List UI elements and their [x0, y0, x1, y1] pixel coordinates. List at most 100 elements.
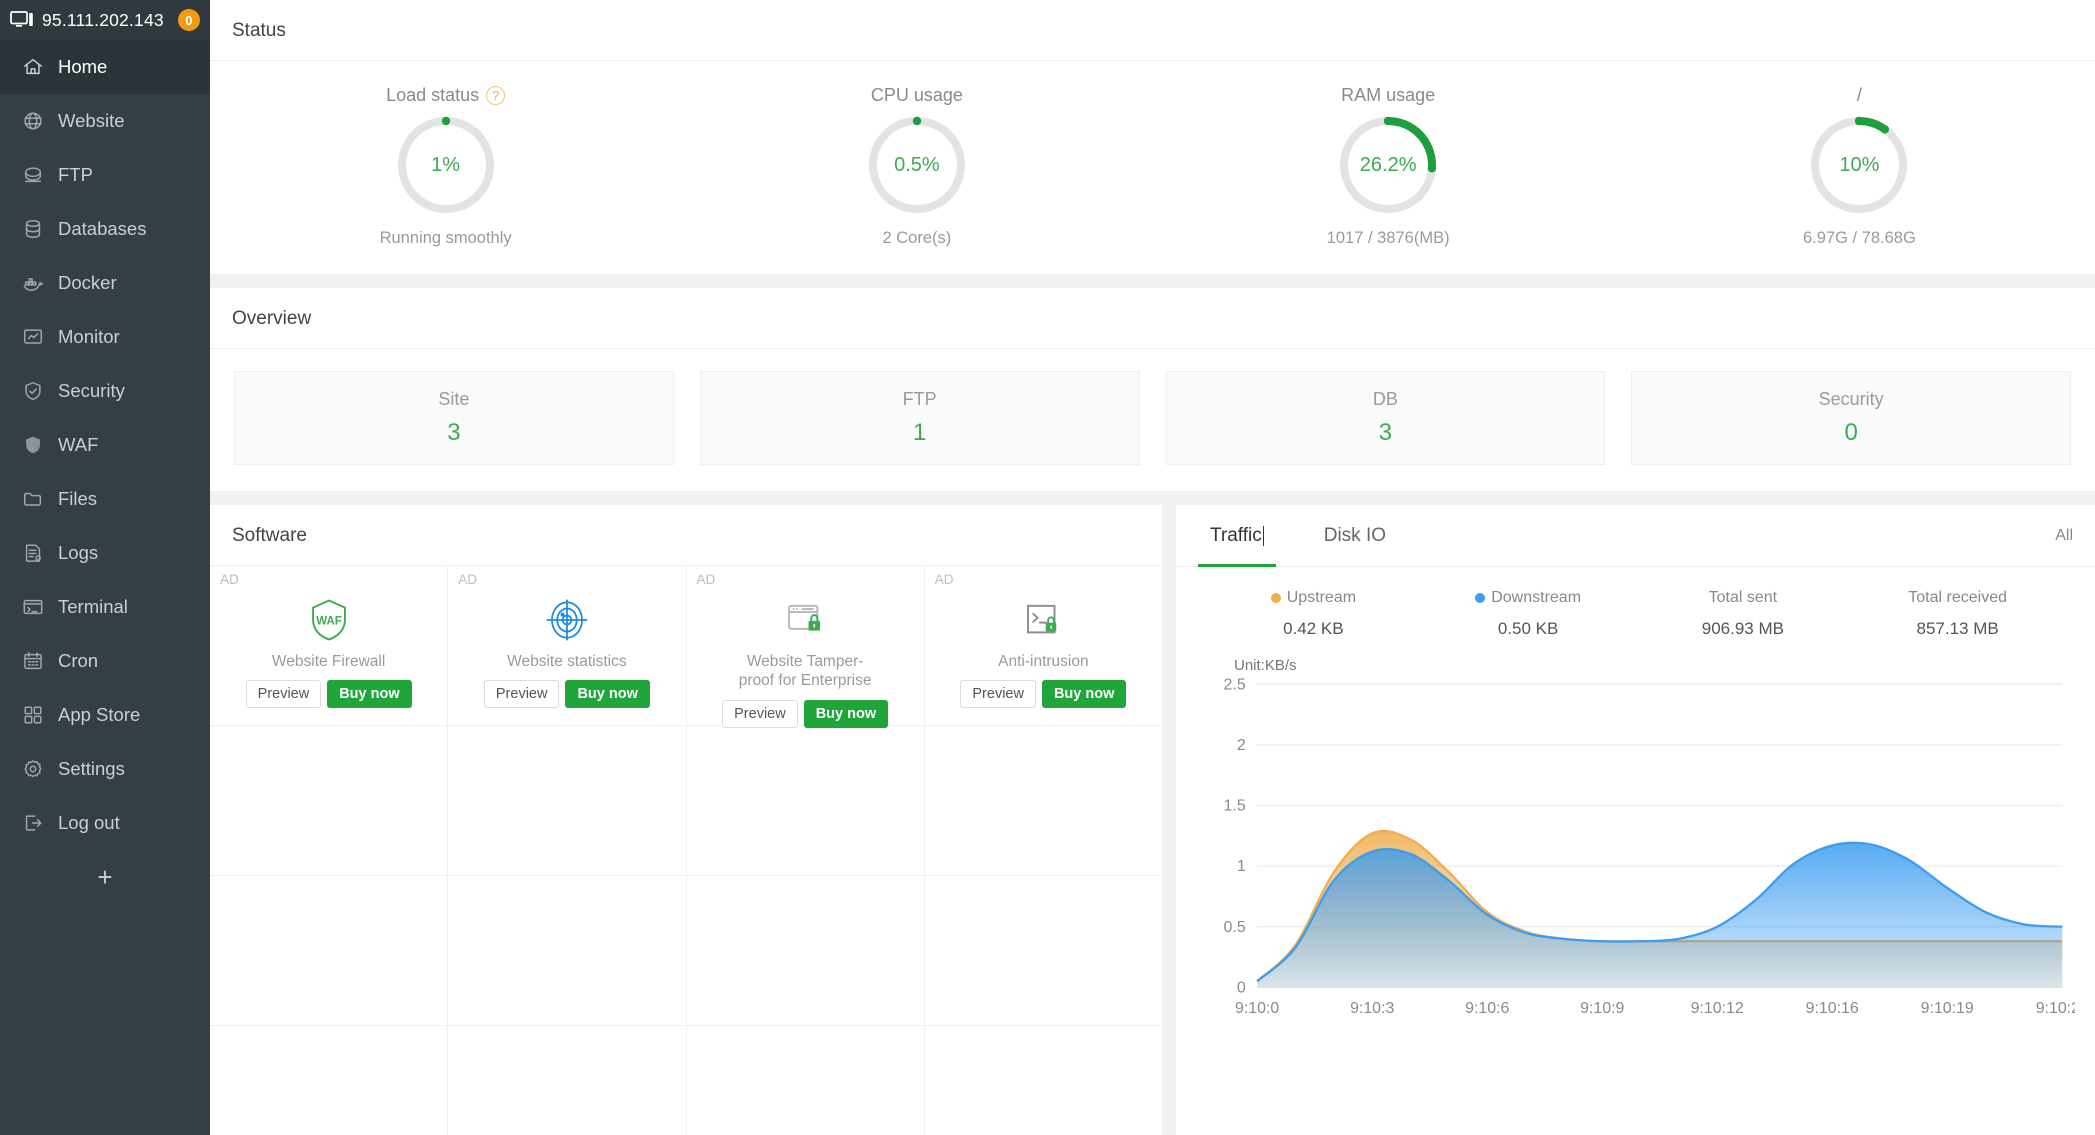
- software-ad-card: AD WAF Website Firewall Preview Buy now: [210, 566, 448, 726]
- sidebar-item-databases[interactable]: Databases: [0, 202, 210, 256]
- shield-icon: [22, 434, 44, 456]
- sidebar-item-cron[interactable]: Cron: [0, 634, 210, 688]
- software-column: AD WAF Website Firewall Preview Buy now: [210, 566, 449, 1135]
- traffic-stat-label-text: Total sent: [1708, 589, 1778, 606]
- shield-check-icon: [22, 380, 44, 402]
- sidebar-item-log-out[interactable]: Log out: [0, 796, 210, 850]
- sidebar-item-label: Security: [58, 380, 125, 401]
- overview-box-security[interactable]: Security 0: [1631, 371, 2071, 465]
- gauge-load-status: Load status? 1% Running smoothly: [210, 83, 681, 248]
- buy-now-button[interactable]: Buy now: [803, 699, 889, 728]
- status-gauges: Load status? 1% Running smoothly CPU usage…: [210, 61, 2095, 274]
- server-ip-label: 95.111.202.143: [42, 9, 164, 30]
- traffic-stat: Downstream 0.50 KB: [1421, 589, 1636, 639]
- folder-icon: [22, 488, 44, 510]
- gauge-value: 26.2%: [1359, 153, 1417, 176]
- sidebar-item-monitor[interactable]: Monitor: [0, 310, 210, 364]
- gauge-ring: 1%: [394, 113, 498, 217]
- software-actions: Preview Buy now: [245, 680, 412, 709]
- sidebar-item-ftp[interactable]: FTP: [0, 148, 210, 202]
- sidebar-item-label: Home: [58, 56, 108, 77]
- overview-box-site[interactable]: Site 3: [234, 371, 674, 465]
- buy-now-button[interactable]: Buy now: [565, 680, 650, 709]
- preview-button[interactable]: Preview: [245, 680, 322, 709]
- svg-text:9:10:12: 9:10:12: [1691, 1000, 1744, 1017]
- traffic-stat-label: Upstream: [1270, 589, 1356, 607]
- gauge-subtext: 1017 / 3876(MB): [1326, 229, 1450, 247]
- svg-text:WAF: WAF: [316, 615, 342, 627]
- tab-traffic[interactable]: Traffic: [1198, 505, 1276, 567]
- svg-text:2: 2: [1237, 737, 1246, 754]
- software-empty-cell: [924, 726, 1162, 876]
- preview-button[interactable]: Preview: [960, 680, 1036, 709]
- notification-badge[interactable]: 0: [177, 9, 200, 31]
- svg-text:9:10:0: 9:10:0: [1235, 1000, 1279, 1017]
- software-actions: Preview Buy now: [960, 680, 1127, 709]
- sidebar-item-security[interactable]: Security: [0, 364, 210, 418]
- overview-box-db[interactable]: DB 3: [1165, 371, 1606, 465]
- sidebar-item-waf[interactable]: WAF: [0, 418, 210, 472]
- software-empty-cell: [924, 876, 1162, 1026]
- software-title: Software: [210, 505, 1162, 566]
- traffic-range-button[interactable]: All: [2055, 527, 2073, 545]
- sidebar-add-button[interactable]: +: [0, 850, 210, 904]
- software-actions: Preview Buy now: [483, 680, 650, 709]
- software-empty-cell: [686, 876, 924, 1026]
- ad-tag: AD: [220, 572, 239, 587]
- traffic-stat-label: Downstream: [1475, 589, 1581, 607]
- software-grid: AD WAF Website Firewall Preview Buy now …: [210, 566, 1162, 1135]
- gauge-value: 10%: [1839, 153, 1880, 176]
- svg-text:1: 1: [1237, 858, 1246, 875]
- overview-box-count: 0: [1844, 419, 1858, 446]
- sidebar-item-docker[interactable]: Docker: [0, 256, 210, 310]
- buy-now-button[interactable]: Buy now: [327, 680, 412, 709]
- sidebar-item-app-store[interactable]: App Store: [0, 688, 210, 742]
- sidebar-item-label: Log out: [58, 812, 120, 833]
- traffic-tabs: Traffic Disk IO All: [1176, 505, 2095, 567]
- gauge-label-text: RAM usage: [1341, 84, 1436, 105]
- gauge-subtext: Running smoothly: [379, 229, 512, 247]
- sidebar-item-home[interactable]: Home: [0, 40, 210, 94]
- sidebar-item-label: Website: [58, 110, 125, 131]
- gauge-label: Load status?: [386, 83, 506, 107]
- traffic-stat: Upstream 0.42 KB: [1206, 589, 1421, 639]
- sidebar-item-label: Cron: [58, 650, 99, 671]
- gauge-cpu-usage: CPU usage 0.5% 2 Core(s): [681, 83, 1152, 248]
- preview-button[interactable]: Preview: [483, 680, 560, 709]
- chart-unit-label: Unit:KB/s: [1234, 657, 1297, 674]
- home-icon: [22, 56, 44, 78]
- gauge-label-text: Load status: [386, 84, 480, 105]
- tab-label: Traffic: [1210, 524, 1262, 546]
- sidebar-item-settings[interactable]: Settings: [0, 742, 210, 796]
- sidebar-item-website[interactable]: Website: [0, 94, 210, 148]
- help-icon[interactable]: ?: [486, 85, 506, 105]
- tab-disk-io[interactable]: Disk IO: [1312, 505, 1398, 567]
- status-title: Status: [210, 0, 2095, 61]
- overview-box-ftp[interactable]: FTP 1: [699, 371, 1140, 465]
- software-ad-card: AD Website statistics Preview Buy now: [448, 566, 686, 726]
- sidebar-nav: Home Website FTP Databases Docker Monitor Secu…: [0, 40, 210, 850]
- bottom-row: Software AD WAF Website Firewall Preview…: [210, 505, 2095, 1135]
- sidebar-item-terminal[interactable]: Terminal: [0, 580, 210, 634]
- grid-icon: [22, 704, 44, 726]
- overview-card: Overview Site 3 FTP 1 DB 3 Security 0: [210, 288, 2095, 491]
- legend-dot: [1475, 593, 1486, 603]
- main-content: Status Load status? 1% Running smoothly CP…: [210, 0, 2095, 1135]
- software-empty-cell: [210, 876, 448, 1026]
- buy-now-button[interactable]: Buy now: [1041, 680, 1127, 709]
- svg-text:9:10:3: 9:10:3: [1350, 1000, 1394, 1017]
- gauge-ring: 10%: [1807, 113, 1911, 217]
- overview-title: Overview: [210, 288, 2095, 349]
- traffic-stat: Total sent 906.93 MB: [1636, 589, 1851, 639]
- app-root: 95.111.202.143 0 Home Website FTP Databases…: [0, 0, 2095, 1135]
- sidebar-item-files[interactable]: Files: [0, 472, 210, 526]
- overview-boxes: Site 3 FTP 1 DB 3 Security 0: [210, 349, 2095, 491]
- traffic-stat-value: 857.13 MB: [1916, 619, 1999, 638]
- sidebar-item-logs[interactable]: Logs: [0, 526, 210, 580]
- gear-icon: [22, 758, 44, 780]
- preview-button[interactable]: Preview: [722, 699, 798, 728]
- gauge-subtext: 6.97G / 78.68G: [1802, 229, 1916, 247]
- traffic-stat-label: Total received: [1908, 589, 2007, 607]
- traffic-card: Traffic Disk IO All Upstream 0.42 KB Downst…: [1176, 505, 2095, 1135]
- svg-text:9:10:16: 9:10:16: [1806, 1000, 1859, 1017]
